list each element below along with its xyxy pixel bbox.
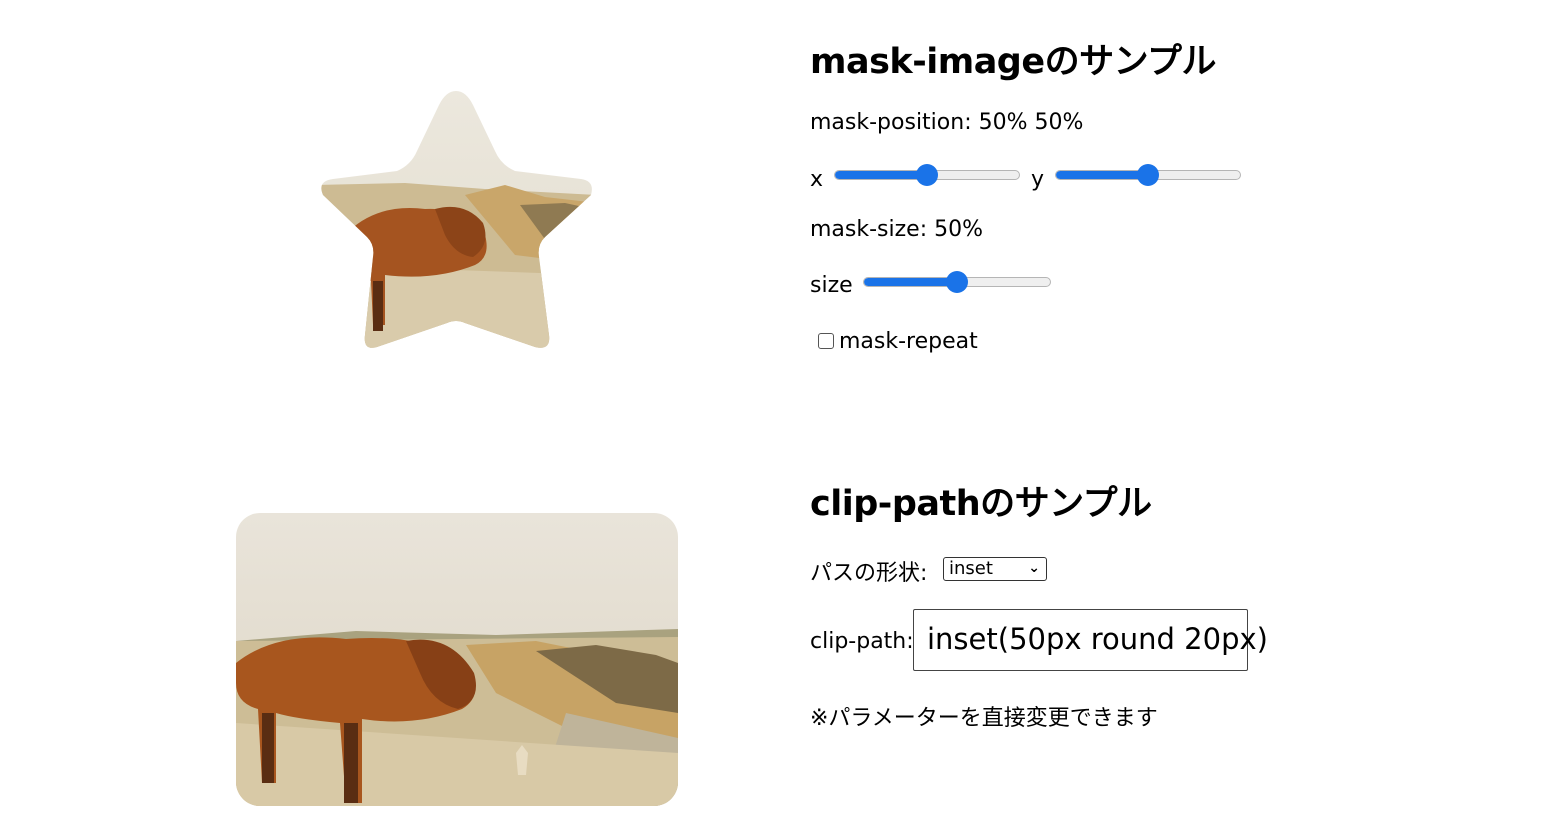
- size-slider-thumb[interactable]: [946, 271, 968, 293]
- y-slider[interactable]: [1055, 163, 1241, 187]
- clip-path-input[interactable]: inset(50px round 20px): [913, 609, 1268, 671]
- mask-position-readout: mask-position: 50% 50%: [810, 110, 1084, 135]
- x-slider[interactable]: [834, 163, 1020, 187]
- mask-repeat-label: mask-repeat: [839, 329, 978, 354]
- x-slider-fill: [835, 171, 928, 179]
- chevron-down-icon: ⌄: [1028, 560, 1040, 576]
- mask-section-title: mask-imageのサンプル: [810, 42, 1217, 82]
- mask-size-readout: mask-size: 50%: [810, 217, 984, 242]
- x-slider-thumb[interactable]: [916, 164, 938, 186]
- shape-select-value: inset: [949, 558, 993, 579]
- shape-label: パスの形状:: [810, 561, 928, 586]
- inset-photo-svg: [236, 513, 678, 806]
- y-slider-fill: [1056, 171, 1149, 179]
- clip-path-label: clip-path:: [810, 629, 914, 654]
- mask-repeat-checkbox[interactable]: [818, 333, 834, 349]
- size-slider[interactable]: [863, 270, 1051, 294]
- y-label: y: [1031, 167, 1045, 192]
- size-label: size: [810, 273, 853, 298]
- edit-note: ※パラメーターを直接変更できます: [810, 706, 1158, 731]
- star-photo-svg: [321, 91, 592, 348]
- mask-image-preview: [315, 85, 597, 355]
- shape-select[interactable]: inset ⌄: [943, 557, 1047, 581]
- x-label: x: [810, 167, 824, 192]
- clip-section-title: clip-pathのサンプル: [810, 484, 1152, 524]
- size-slider-fill: [864, 278, 958, 286]
- y-slider-thumb[interactable]: [1137, 164, 1159, 186]
- clip-path-preview: [236, 513, 678, 806]
